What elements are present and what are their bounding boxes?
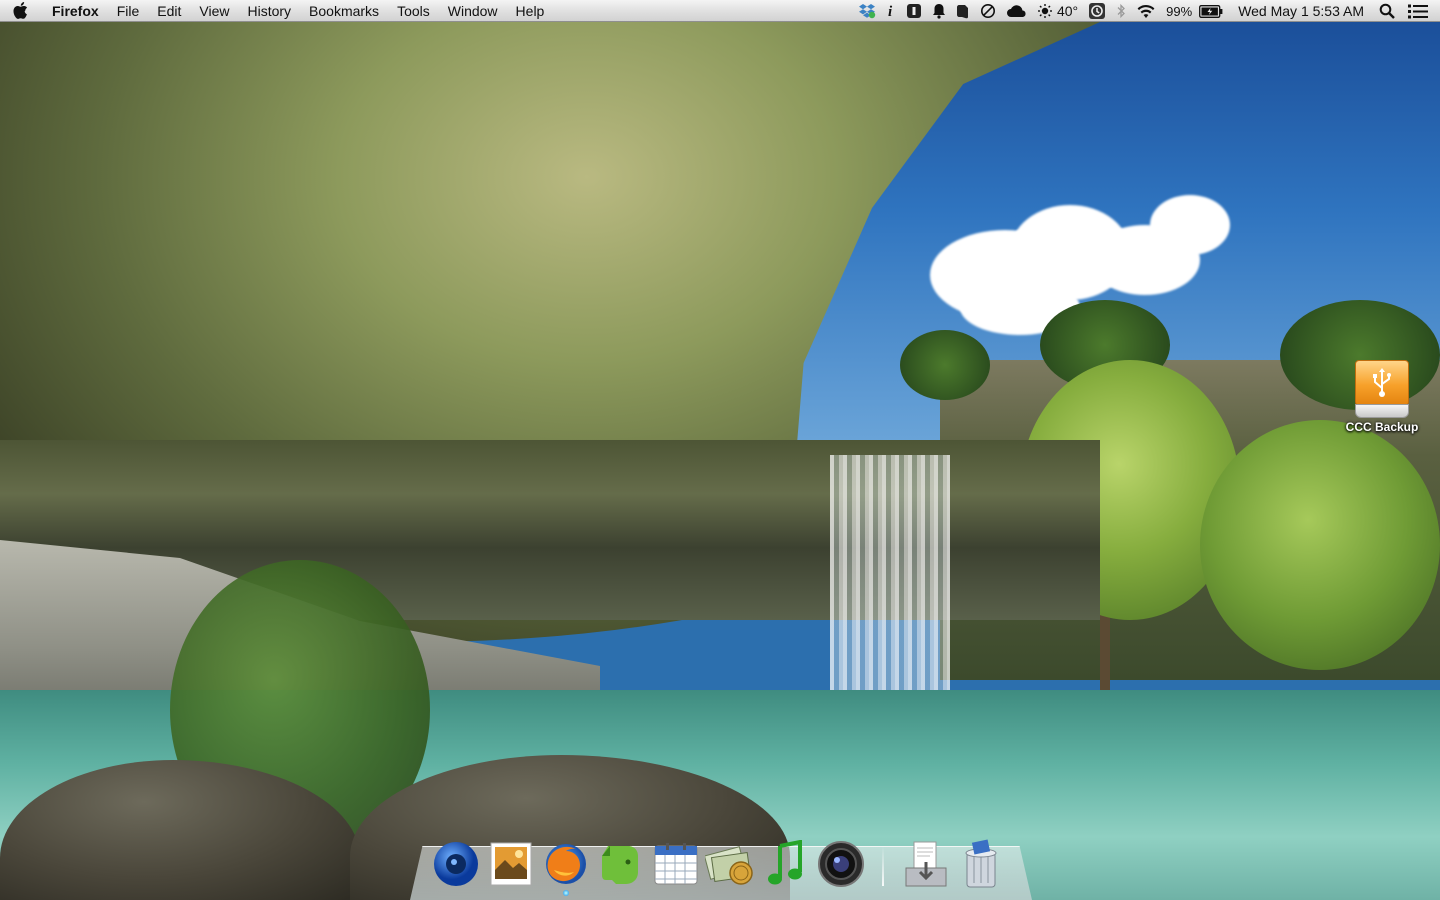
evernote-helper-icon[interactable] — [951, 0, 975, 22]
menu-clock[interactable]: Wed May 1 5:53 AM — [1228, 0, 1374, 22]
dock-items — [430, 830, 1020, 896]
desktop-icon-label: CCC Backup — [1345, 420, 1419, 434]
app-menu-firefox[interactable]: Firefox — [40, 0, 108, 22]
cloud-icon[interactable] — [1001, 0, 1033, 22]
one-password-icon[interactable] — [901, 0, 927, 22]
firefox-icon — [546, 844, 586, 884]
bluetooth-icon[interactable] — [1111, 0, 1131, 22]
dock-app-calendar[interactable] — [650, 838, 702, 890]
camera-lens-icon — [818, 841, 864, 887]
wallpaper-tree — [1200, 420, 1440, 670]
dock-app-evernote[interactable] — [595, 838, 647, 890]
notification-bell-icon[interactable] — [927, 0, 951, 22]
do-not-disturb-icon[interactable] — [975, 0, 1001, 22]
money-coins-icon — [705, 846, 753, 885]
menu-bar: Firefox File Edit View History Bookmarks… — [0, 0, 1440, 22]
menu-help[interactable]: Help — [507, 0, 554, 22]
desktop-wallpaper — [0, 0, 1440, 900]
status-menus: i 40° 99% Wed May 1 5:53 AM — [853, 0, 1440, 22]
dock-stack-trash[interactable] — [955, 838, 1007, 890]
music-note-icon — [768, 840, 802, 885]
menu-window[interactable]: Window — [439, 0, 507, 22]
blue-globe-eye-icon — [434, 842, 478, 886]
info-icon[interactable]: i — [881, 0, 901, 22]
dropbox-icon[interactable] — [853, 0, 881, 22]
menu-bookmarks[interactable]: Bookmarks — [300, 0, 388, 22]
notification-center-icon[interactable] — [1400, 0, 1440, 22]
preview-stamp-icon — [490, 842, 532, 886]
desktop-icon-ccc-backup[interactable]: CCC Backup — [1340, 360, 1424, 434]
spotlight-icon[interactable] — [1374, 0, 1400, 22]
time-machine-icon[interactable] — [1083, 0, 1111, 22]
dock-app-music[interactable] — [760, 838, 812, 890]
dock-separator — [882, 846, 884, 886]
dock-app-camera[interactable] — [815, 838, 867, 890]
wallpaper-waterfall — [830, 455, 950, 695]
wifi-icon[interactable] — [1131, 0, 1161, 22]
dock-app-money[interactable] — [705, 838, 757, 890]
menu-tools[interactable]: Tools — [388, 0, 439, 22]
dock-app-preview[interactable] — [485, 838, 537, 890]
downloads-tray-icon — [905, 841, 947, 887]
evernote-elephant-icon — [602, 846, 638, 884]
menu-view[interactable]: View — [190, 0, 238, 22]
menu-edit[interactable]: Edit — [148, 0, 190, 22]
wallpaper-tree — [900, 330, 990, 400]
apple-menu-icon[interactable] — [0, 0, 40, 22]
weather-sun-icon[interactable] — [1033, 0, 1057, 22]
trash-can-icon — [965, 839, 997, 888]
dock-stack-downloads[interactable] — [900, 838, 952, 890]
dock-app-camino[interactable] — [430, 838, 482, 890]
battery-icon[interactable] — [1194, 0, 1228, 22]
menu-file[interactable]: File — [108, 0, 149, 22]
weather-temperature[interactable]: 40° — [1057, 0, 1083, 22]
svg-text:i: i — [888, 4, 893, 19]
running-indicator — [563, 890, 569, 896]
menu-history[interactable]: History — [238, 0, 300, 22]
wallpaper-cloud — [1150, 195, 1230, 255]
usb-drive-icon — [1355, 360, 1409, 418]
dock-app-firefox[interactable] — [540, 838, 592, 896]
battery-percent[interactable]: 99% — [1161, 0, 1194, 22]
calendar-icon — [654, 843, 698, 885]
